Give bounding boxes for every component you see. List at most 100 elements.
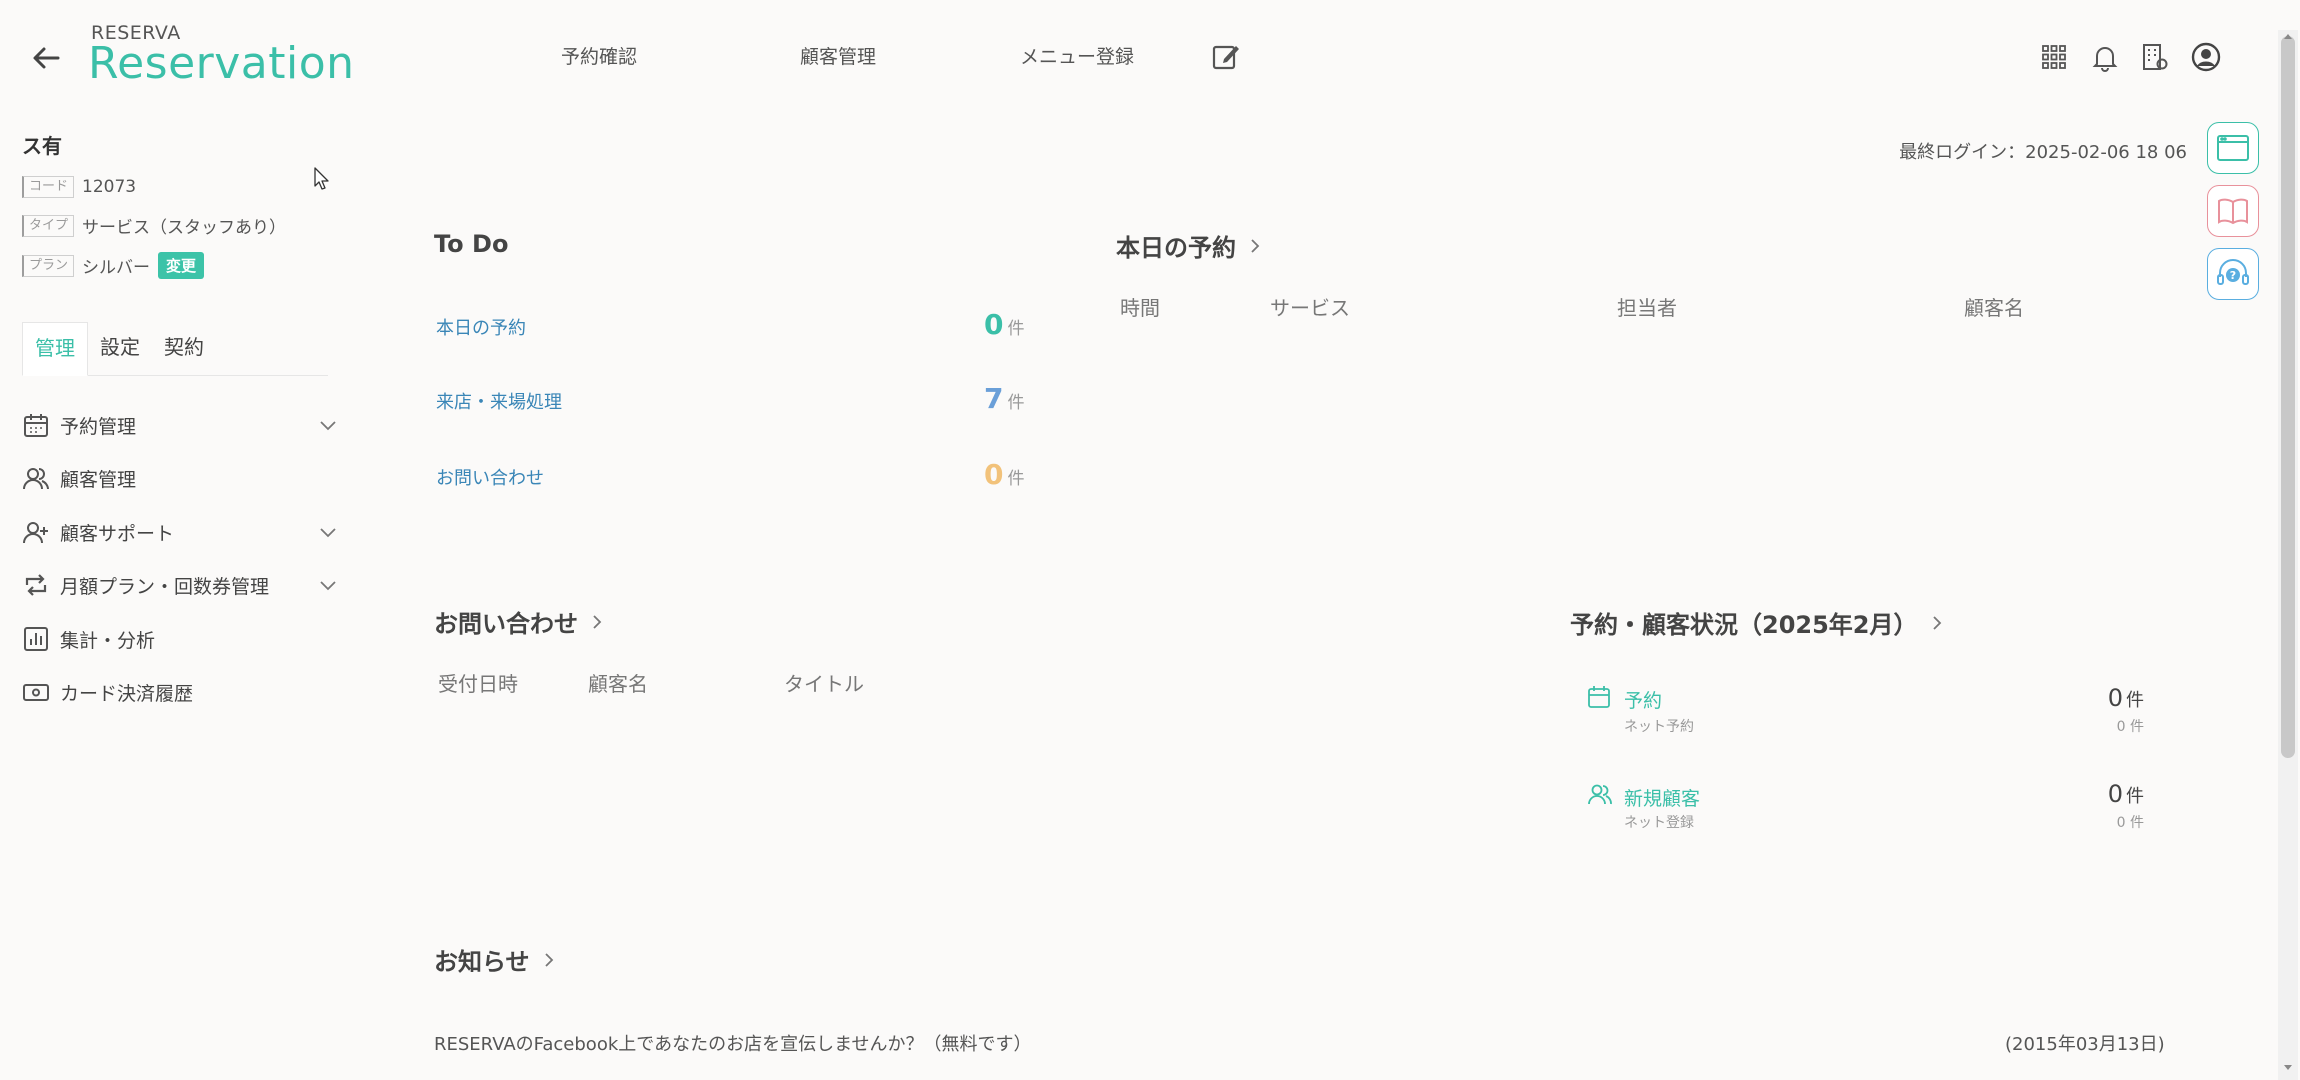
- change-plan-button[interactable]: 変更: [158, 252, 205, 279]
- sidebar-item-analytics[interactable]: 集計・分析: [22, 621, 338, 657]
- chevron-right-icon: [1246, 237, 1264, 255]
- user-plus-icon: [22, 518, 50, 546]
- sidebar-item-card-history[interactable]: カード決済履歴: [22, 674, 338, 710]
- column-header: 顧客名: [1964, 296, 2024, 320]
- store-code-row: コード 12073: [22, 176, 136, 198]
- account-icon[interactable]: [2191, 42, 2221, 72]
- bell-icon[interactable]: [2090, 42, 2120, 72]
- todo-count: 0: [984, 458, 1004, 491]
- stat-sub-label: ネット予約: [1624, 719, 1694, 735]
- mouse-cursor-icon: [313, 166, 331, 192]
- column-header: 担当者: [1617, 296, 1677, 320]
- chevron-down-icon[interactable]: [318, 575, 338, 595]
- sidebar-item-customer-management[interactable]: 顧客管理: [22, 460, 338, 496]
- todo-count: 7: [984, 382, 1004, 415]
- news-title[interactable]: お知らせ: [434, 942, 558, 977]
- svg-text:?: ?: [2230, 269, 2236, 282]
- tab-contract[interactable]: 契約: [152, 322, 216, 375]
- book-icon: [2216, 196, 2250, 226]
- column-header: 受付日時: [438, 672, 518, 696]
- sidebar-tabs: 管理 設定 契約: [22, 322, 328, 376]
- chevron-right-icon: [1928, 614, 1946, 632]
- sidebar-item-label: 予約管理: [60, 415, 137, 438]
- news-item-date: (2015年03月13日): [2005, 1034, 2165, 1055]
- sidebar-item-label: 顧客サポート: [60, 522, 175, 545]
- apps-grid-icon[interactable]: [2039, 42, 2069, 72]
- stat-value: 0件: [2050, 684, 2144, 712]
- users-icon: [1587, 782, 1613, 806]
- stat-sub-value: 0 件: [2116, 815, 2144, 831]
- sidebar-item-customer-support[interactable]: 顧客サポート: [22, 514, 338, 550]
- chevron-right-icon: [540, 951, 558, 969]
- stat-number: 0: [2107, 684, 2123, 712]
- nav-reservation-check[interactable]: 予約確認: [561, 42, 637, 69]
- store-code: 12073: [82, 177, 137, 197]
- store-type-row: タイプ サービス（スタッフあり）: [22, 213, 286, 238]
- chevron-right-icon: [588, 613, 606, 631]
- stat-sub-value: 0 件: [2116, 719, 2144, 735]
- todo-count-row: 0件: [984, 458, 1024, 491]
- today-reservations-title[interactable]: 本日の予約: [1116, 228, 1264, 263]
- status-title[interactable]: 予約・顧客状況（2025年2月）: [1570, 605, 1946, 640]
- stat-unit: 件: [2126, 690, 2144, 711]
- browser-window-icon: [2216, 133, 2250, 163]
- news-title-text: お知らせ: [434, 948, 530, 976]
- stat-unit: 件: [2126, 786, 2144, 807]
- calendar-icon: [22, 411, 50, 439]
- sidebar-item-subscription-management[interactable]: 月額プラン・回数券管理: [22, 567, 338, 603]
- sidebar-item-label: 月額プラン・回数券管理: [60, 575, 270, 598]
- stat-value: 0件: [2050, 780, 2144, 808]
- headset-help-icon: ?: [2215, 257, 2251, 291]
- scroll-up-icon[interactable]: [2281, 30, 2295, 42]
- todo-count-row: 0件: [984, 308, 1024, 341]
- stat-number: 0: [2107, 780, 2123, 808]
- tab-settings[interactable]: 設定: [88, 322, 152, 375]
- store-plan-row: プラン シルバー 変更: [22, 252, 205, 279]
- chevron-down-icon[interactable]: [318, 522, 338, 542]
- nav-menu-registration[interactable]: メニュー登録: [1020, 42, 1134, 69]
- stat-new-customers-label[interactable]: 新規顧客: [1624, 784, 1700, 811]
- todo-title-text: To Do: [434, 230, 509, 258]
- todo-count: 0: [984, 308, 1004, 341]
- scrollbar-thumb[interactable]: [2281, 36, 2295, 758]
- card-icon: [22, 678, 50, 706]
- nav-customer-management[interactable]: 顧客管理: [800, 42, 876, 69]
- building-settings-icon[interactable]: [2140, 42, 2170, 72]
- news-item-title[interactable]: RESERVAのFacebook上であなたのお店を宣伝しませんか？（無料です）: [434, 1030, 1032, 1056]
- manual-button[interactable]: [2207, 185, 2259, 237]
- store-name: ス有: [22, 134, 62, 158]
- back-arrow-icon[interactable]: [28, 40, 64, 76]
- today-reservations-title-text: 本日の予約: [1116, 234, 1236, 262]
- browser-window-button[interactable]: [2207, 122, 2259, 174]
- tab-manage[interactable]: 管理: [22, 322, 88, 376]
- edit-icon[interactable]: [1211, 42, 1241, 72]
- todo-inquiries[interactable]: お問い合わせ: [436, 464, 544, 490]
- type-tag: タイプ: [22, 214, 75, 237]
- code-tag: コード: [22, 176, 75, 198]
- todo-title: To Do: [434, 230, 508, 258]
- stat-sub-label: ネット登録: [1624, 815, 1694, 831]
- sidebar-item-reservation-management[interactable]: 予約管理: [22, 407, 338, 443]
- store-type: サービス（スタッフあり）: [82, 218, 287, 238]
- repeat-icon: [22, 571, 50, 599]
- todo-unit: 件: [1007, 469, 1025, 489]
- support-button[interactable]: ?: [2207, 248, 2259, 300]
- scroll-down-icon[interactable]: [2281, 1062, 2295, 1074]
- todo-unit: 件: [1007, 319, 1025, 339]
- stat-reservations-label[interactable]: 予約: [1624, 686, 1662, 713]
- plan-tag: プラン: [22, 254, 75, 277]
- logo[interactable]: Reservation: [88, 38, 355, 89]
- todo-visit-processing[interactable]: 来店・来場処理: [436, 388, 562, 414]
- status-title-text: 予約・顧客状況（2025年2月）: [1570, 611, 1918, 639]
- inquiries-title[interactable]: お問い合わせ: [434, 604, 606, 639]
- calendar-icon: [1587, 685, 1611, 709]
- chevron-down-icon[interactable]: [318, 415, 338, 435]
- sidebar-item-label: カード決済履歴: [60, 682, 194, 705]
- todo-count-row: 7件: [984, 382, 1024, 415]
- sidebar-item-label: 集計・分析: [60, 629, 156, 652]
- column-header: 顧客名: [588, 672, 648, 696]
- inquiries-title-text: お問い合わせ: [434, 610, 578, 638]
- sidebar-item-label: 顧客管理: [60, 468, 137, 491]
- column-header: サービス: [1270, 296, 1350, 320]
- todo-today-reservations[interactable]: 本日の予約: [436, 314, 526, 340]
